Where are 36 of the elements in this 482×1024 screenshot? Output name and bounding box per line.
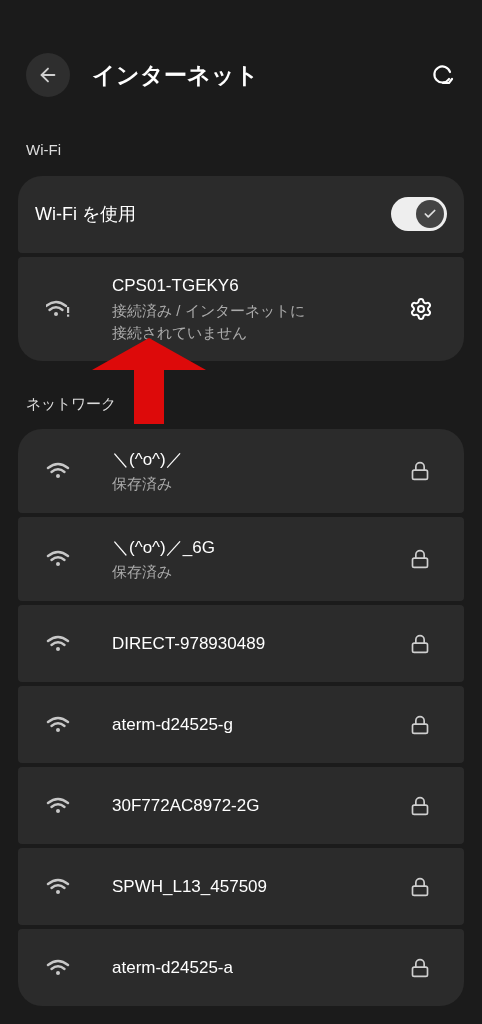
- wifi-icon: [46, 714, 70, 735]
- network-row[interactable]: aterm-d24525-a: [18, 929, 464, 1006]
- network-name: ＼(^o^)／_6G: [112, 537, 215, 559]
- wifi-icon: [46, 876, 70, 897]
- network-name: aterm-d24525-a: [112, 956, 233, 979]
- wifi-icon: [46, 461, 70, 481]
- check-icon: [423, 207, 437, 221]
- network-row[interactable]: DIRECT-978930489: [18, 605, 464, 682]
- network-status: 保存済み: [112, 473, 172, 494]
- wifi-switch[interactable]: [391, 197, 447, 231]
- network-row[interactable]: ＼(^o^)／ 保存済み: [18, 429, 464, 513]
- wifi-icon: [46, 549, 70, 569]
- page-title: インターネット: [92, 60, 260, 90]
- back-button[interactable]: [26, 53, 70, 97]
- wifi-alert-icon: [46, 298, 70, 319]
- network-name: 30F772AC8972-2G: [112, 794, 260, 817]
- network-name: aterm-d24525-g: [112, 713, 233, 736]
- toggle-label: Wi-Fi を使用: [35, 202, 137, 226]
- network-name: DIRECT-978930489: [112, 632, 266, 655]
- network-name: ＼(^o^)／: [112, 449, 183, 471]
- network-name: CPS01-TGEKY6: [112, 274, 240, 297]
- wifi-icon: [46, 795, 70, 816]
- network-status: 保存済み: [112, 561, 172, 582]
- network-row[interactable]: ＼(^o^)／_6G 保存済み: [18, 517, 464, 601]
- wifi-toggle-row[interactable]: Wi-Fi を使用: [18, 175, 464, 253]
- settings-icon: [409, 296, 433, 321]
- network-row[interactable]: 30F772AC8972-2G: [18, 767, 464, 844]
- network-name: SPWH_L13_457509: [112, 875, 267, 898]
- refresh-icon: [431, 63, 455, 87]
- settings-button[interactable]: [408, 295, 434, 322]
- wifi-icon: [46, 957, 70, 978]
- wifi-icon: [46, 633, 70, 654]
- section-label: ネットワーク: [25, 393, 117, 414]
- network-row[interactable]: aterm-d24525-g: [18, 686, 464, 763]
- network-row[interactable]: SPWH_L13_457509: [18, 848, 464, 925]
- section-label: Wi-Fi: [25, 140, 62, 160]
